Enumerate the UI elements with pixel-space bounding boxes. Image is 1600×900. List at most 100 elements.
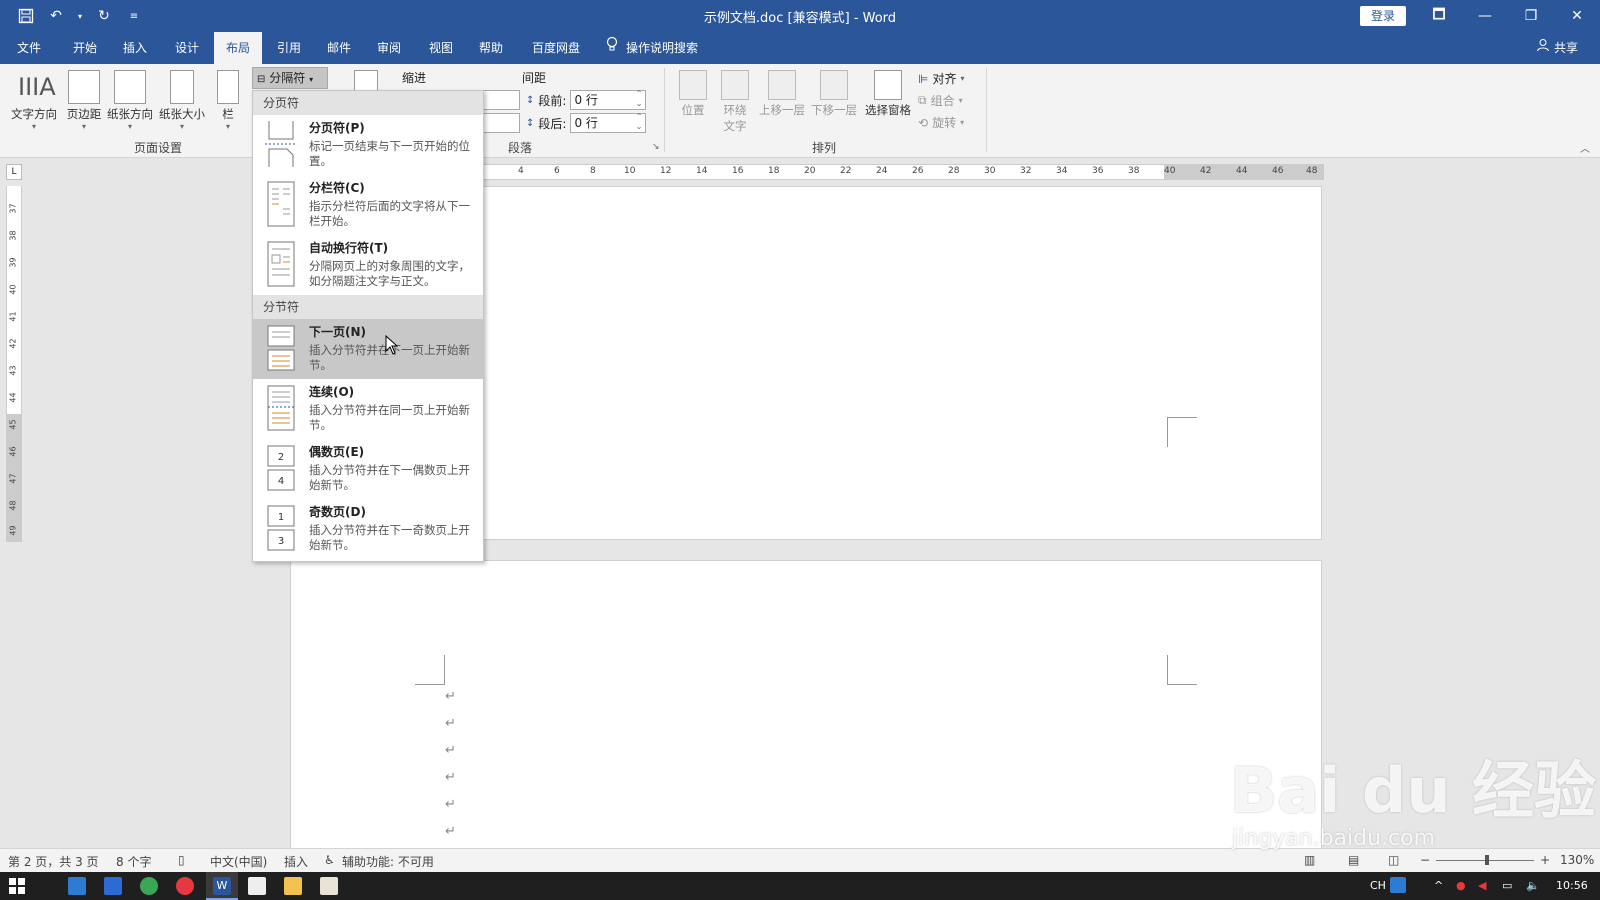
menu-item-continuous[interactable]: 连续(O) 插入分节符并在同一页上开始新节。 (253, 379, 483, 439)
clock[interactable]: 10:56 (1556, 879, 1588, 892)
collapse-ribbon-icon[interactable]: ︿ (1580, 140, 1590, 155)
spacing-after-input[interactable]: 0 行 (570, 112, 647, 133)
file-explorer-icon[interactable] (284, 877, 302, 895)
tab-references[interactable]: 引用 (268, 32, 310, 64)
volume-icon[interactable]: 🔈 (1526, 879, 1540, 892)
windows-start-icon[interactable] (8, 877, 26, 895)
paper-size-icon (170, 70, 194, 104)
zoom-out-icon[interactable]: − (1420, 853, 1430, 867)
tab-design[interactable]: 设计 (166, 32, 208, 64)
tab-help[interactable]: 帮助 (470, 32, 512, 64)
tray-app-icon[interactable]: ● (1456, 879, 1466, 892)
app-icon[interactable] (104, 877, 122, 895)
window-controls: 🗖 — ❐ ✕ (1416, 0, 1600, 32)
menu-item-page-break[interactable]: 分页符(P) 标记一页结束与下一页开始的位置。 (253, 115, 483, 175)
chevron-down-icon: ▾ (127, 122, 132, 131)
ruler-tick: 10 (624, 166, 636, 176)
language-indicator[interactable]: 中文(中国) (210, 853, 267, 870)
word-count[interactable]: 8 个字 (116, 853, 151, 870)
print-layout-icon[interactable]: ▤ (1348, 853, 1359, 867)
share-button[interactable]: 共享 (1536, 32, 1578, 64)
orientation-button[interactable]: 纸张方向 ▾ (104, 70, 156, 131)
menu-item-next-page[interactable]: 下一页(N) 插入分节符并在下一页上开始新节。 (253, 319, 483, 379)
accessibility-status[interactable]: 辅助功能: 不可用 (342, 853, 434, 870)
chrome-icon[interactable] (140, 877, 158, 895)
page-count[interactable]: 第 2 页，共 3 页 (8, 853, 99, 870)
login-button[interactable]: 登录 (1360, 6, 1406, 26)
save-icon[interactable] (16, 6, 36, 26)
tab-layout[interactable]: 布局 (214, 32, 262, 64)
ribbon-display-icon[interactable]: 🗖 (1416, 0, 1462, 32)
tab-baidu-netdisk[interactable]: 百度网盘 (524, 32, 588, 64)
app-icon[interactable] (320, 877, 338, 895)
group-button[interactable]: ⧉ 组合 ▾ (918, 92, 963, 109)
spacing-before-input[interactable]: 0 行 (570, 89, 647, 110)
menu-item-odd-page[interactable]: 13 奇数页(D) 插入分节符并在下一奇数页上开始新节。 (253, 499, 483, 559)
columns-button[interactable]: 栏 ▾ (214, 70, 242, 131)
send-backward-button[interactable]: 下移一层 (808, 70, 860, 118)
chevron-down-icon[interactable]: ▾ (76, 6, 84, 26)
svg-text:1: 1 (278, 512, 284, 523)
zoom-slider-thumb[interactable] (1485, 855, 1489, 865)
indent-left-field[interactable] (482, 90, 520, 110)
redo-icon[interactable]: ↻ (94, 6, 114, 26)
align-button[interactable]: ⊫ 对齐 ▾ (918, 70, 964, 87)
tell-me-search[interactable]: 操作说明搜索 (606, 32, 698, 64)
netease-music-icon[interactable] (176, 877, 194, 895)
rotate-button[interactable]: ⟲ 旋转 ▾ (918, 114, 964, 131)
title-bar: ↶ ▾ ↻ ≡ 示例文档.doc [兼容模式] - Word 登录 🗖 — ❐ … (0, 0, 1600, 32)
document-page-2[interactable]: ↵ ↵ ↵ ↵ ↵ ↵ (290, 560, 1322, 850)
web-layout-icon[interactable]: ◫ (1388, 853, 1399, 867)
size-button[interactable]: 纸张大小 ▾ (156, 70, 208, 131)
word-icon[interactable]: W (213, 877, 231, 895)
bring-forward-button[interactable]: 上移一层 (756, 70, 808, 118)
tray-app-icon[interactable]: ◀ (1478, 879, 1486, 892)
menu-item-description: 标记一页结束与下一页开始的位置。 (309, 139, 470, 168)
menu-item-title: 偶数页(E) (309, 445, 365, 459)
status-bar: 第 2 页，共 3 页 8 个字 ▯ 中文(中国) 插入 ♿ 辅助功能: 不可用… (0, 848, 1600, 872)
proofing-icon[interactable]: ▯ (178, 853, 185, 867)
vertical-ruler[interactable]: 37 38 39 40 41 42 43 44 45 46 47 48 49 (6, 186, 22, 542)
selection-pane-button[interactable]: 选择窗格 (862, 70, 914, 118)
menu-item-text-wrapping-break[interactable]: 自动换行符(T) 分隔网页上的对象周围的文字，如分隔题注文字与正文。 (253, 235, 483, 295)
menu-item-column-break[interactable]: 分栏符(C) 指示分栏符后面的文字将从下一栏开始。 (253, 175, 483, 235)
baidu-ime-icon[interactable] (1390, 877, 1406, 893)
zoom-level[interactable]: 130% (1560, 853, 1594, 867)
continuous-section-icon (263, 383, 299, 431)
tab-home[interactable]: 开始 (64, 32, 106, 64)
close-icon[interactable]: ✕ (1554, 0, 1600, 32)
position-button[interactable]: 位置 (676, 70, 710, 118)
restore-icon[interactable]: ❐ (1508, 0, 1554, 32)
network-icon[interactable]: ▭ (1502, 879, 1512, 892)
minimize-icon[interactable]: — (1462, 0, 1508, 32)
text-direction-button[interactable]: IIIA 文字方向 ▾ (8, 70, 60, 131)
zoom-in-icon[interactable]: + (1540, 853, 1550, 867)
app-icon[interactable] (248, 877, 266, 895)
undo-icon[interactable]: ↶ (46, 6, 66, 26)
ruler-tick: 45 (8, 419, 18, 430)
customize-qat-icon[interactable]: ≡ (124, 6, 144, 26)
paragraph-dialog-launcher-icon[interactable]: ↘ (652, 142, 660, 152)
breaks-icon: ⊟ (257, 74, 266, 85)
ime-indicator[interactable]: CH (1370, 879, 1386, 892)
wrap-text-button[interactable]: 环绕文字 (712, 70, 758, 134)
chevron-up-icon[interactable]: ^ (1434, 879, 1443, 892)
tab-selector[interactable]: L (6, 164, 22, 180)
tab-view[interactable]: 视图 (420, 32, 462, 64)
outlook-icon[interactable] (68, 877, 86, 895)
tab-file[interactable]: 文件 (8, 32, 50, 64)
horizontal-ruler[interactable]: 4 6 8 10 12 14 16 18 20 22 24 26 28 30 3… (484, 164, 1324, 180)
margins-button[interactable]: 页边距 ▾ (62, 70, 106, 131)
read-mode-icon[interactable]: ▥ (1304, 853, 1315, 867)
tab-mailings[interactable]: 邮件 (318, 32, 360, 64)
chevron-down-icon: ▾ (179, 122, 184, 131)
insert-mode[interactable]: 插入 (284, 853, 308, 870)
tab-review[interactable]: 审阅 (368, 32, 410, 64)
person-icon (1536, 32, 1550, 64)
margins-label: 页边距 (66, 107, 102, 121)
tab-insert[interactable]: 插入 (114, 32, 156, 64)
breaks-button[interactable]: ⊟ 分隔符 ▾ (252, 67, 328, 89)
indent-right-field[interactable] (482, 113, 520, 133)
paragraph-mark: ↵ (445, 716, 456, 731)
menu-item-even-page[interactable]: 24 偶数页(E) 插入分节符并在下一偶数页上开始新节。 (253, 439, 483, 499)
